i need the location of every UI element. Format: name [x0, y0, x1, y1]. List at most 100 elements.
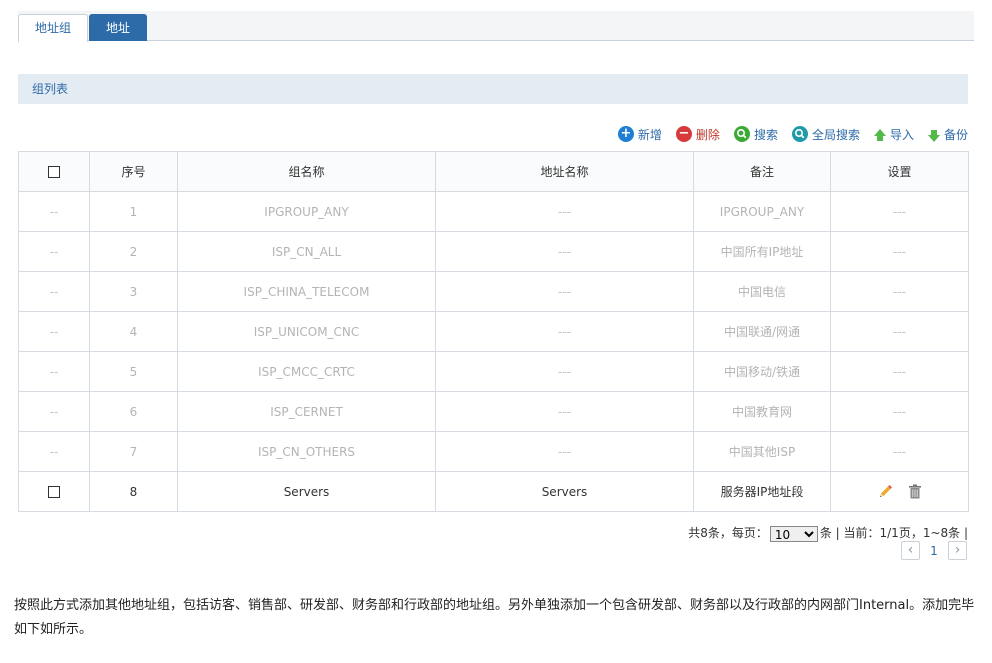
select-all-checkbox[interactable] — [48, 166, 60, 178]
row-index: 1 — [89, 191, 178, 232]
page-number-1[interactable]: 1 — [920, 544, 948, 558]
delete-button[interactable]: − 删除 — [675, 126, 720, 143]
delete-label: 删除 — [695, 127, 720, 142]
row-group-name: ISP_UNICOM_CNC — [177, 311, 436, 352]
row-settings — [830, 471, 969, 512]
row-address-name: --- — [435, 191, 694, 232]
row-settings: --- — [830, 391, 969, 432]
prev-page-button[interactable]: ‹ — [901, 541, 920, 560]
row-note: 服务器IP地址段 — [693, 471, 831, 512]
backup-label: 备份 — [943, 127, 968, 142]
row-checkbox[interactable] — [48, 486, 60, 498]
pagination-nav: ‹ 1 › — [901, 541, 967, 560]
row-select: -- — [18, 431, 90, 472]
group-table: 序号 组名称 地址名称 备注 设置 -- 1 IPGROUP_ANY --- I… — [18, 151, 969, 512]
row-address-name: --- — [435, 391, 694, 432]
header-note: 备注 — [693, 151, 831, 192]
import-button[interactable]: 导入 — [873, 126, 914, 143]
table-row: -- 7 ISP_CN_OTHERS --- 中国其他ISP --- — [18, 431, 969, 472]
global-search-label: 全局搜索 — [811, 127, 860, 142]
row-select: -- — [18, 271, 90, 312]
row-note: 中国其他ISP — [693, 431, 831, 472]
search-button[interactable]: 搜索 — [733, 126, 778, 143]
table-row: -- 4 ISP_UNICOM_CNC --- 中国联通/网通 --- — [18, 311, 969, 352]
global-search-button[interactable]: 全局搜索 — [791, 126, 860, 143]
row-group-name: Servers — [177, 471, 436, 512]
row-select: -- — [18, 231, 90, 272]
row-address-name: --- — [435, 351, 694, 392]
row-address-name: --- — [435, 271, 694, 312]
row-group-name: ISP_CN_OTHERS — [177, 431, 436, 472]
pagination-total: 共8条，每页： — [688, 526, 768, 540]
table-row: -- 2 ISP_CN_ALL --- 中国所有IP地址 --- — [18, 231, 969, 272]
tab-address-group[interactable]: 地址组 — [18, 14, 89, 42]
row-note: 中国联通/网通 — [693, 311, 831, 352]
plus-icon: + — [617, 126, 634, 142]
row-address-name: Servers — [435, 471, 694, 512]
row-address-name: --- — [435, 431, 694, 472]
arrow-down-icon — [927, 129, 940, 142]
row-index: 6 — [89, 391, 178, 432]
header-address-name: 地址名称 — [435, 151, 694, 192]
row-settings: --- — [830, 351, 969, 392]
row-settings: --- — [830, 311, 969, 352]
tab-bar: 地址组 地址 — [18, 11, 974, 42]
row-note: 中国教育网 — [693, 391, 831, 432]
row-settings: --- — [830, 191, 969, 232]
search-icon — [733, 126, 750, 142]
per-page-select[interactable]: 10 — [769, 525, 818, 542]
table-row: -- 6 ISP_CERNET --- 中国教育网 --- — [18, 391, 969, 432]
toolbar: + 新增 − 删除 搜索 全局搜索 导入 备份 — [18, 124, 968, 144]
add-label: 新增 — [637, 127, 662, 142]
row-index: 7 — [89, 431, 178, 472]
row-index: 8 — [89, 471, 178, 512]
row-select: -- — [18, 351, 90, 392]
row-group-name: ISP_CN_ALL — [177, 231, 436, 272]
row-group-name: ISP_CMCC_CRTC — [177, 351, 436, 392]
row-settings: --- — [830, 431, 969, 472]
row-address-name: --- — [435, 311, 694, 352]
row-address-name: --- — [435, 231, 694, 272]
header-index: 序号 — [89, 151, 178, 192]
table-row: -- 5 ISP_CMCC_CRTC --- 中国移动/铁通 --- — [18, 351, 969, 392]
row-note: IPGROUP_ANY — [693, 191, 831, 232]
pagination-status: 条 | 当前：1/1页，1~8条 | — [819, 526, 968, 540]
pencil-icon[interactable] — [877, 484, 893, 500]
next-page-button[interactable]: › — [948, 541, 967, 560]
add-button[interactable]: + 新增 — [617, 126, 662, 143]
row-index: 5 — [89, 351, 178, 392]
search-label: 搜索 — [753, 127, 778, 142]
import-label: 导入 — [889, 127, 914, 142]
row-index: 3 — [89, 271, 178, 312]
minus-icon: − — [675, 126, 692, 142]
trash-icon[interactable] — [908, 484, 922, 499]
row-index: 4 — [89, 311, 178, 352]
table-row: 8 Servers Servers 服务器IP地址段 — [18, 471, 969, 512]
table-row: -- 1 IPGROUP_ANY --- IPGROUP_ANY --- — [18, 191, 969, 232]
row-group-name: ISP_CERNET — [177, 391, 436, 432]
table-header-row: 序号 组名称 地址名称 备注 设置 — [18, 151, 969, 192]
row-select[interactable] — [18, 471, 90, 512]
group-list-title: 组列表 — [18, 74, 968, 104]
row-select: -- — [18, 311, 90, 352]
row-note: 中国电信 — [693, 271, 831, 312]
row-group-name: ISP_CHINA_TELECOM — [177, 271, 436, 312]
header-settings: 设置 — [830, 151, 969, 192]
arrow-up-icon — [873, 128, 886, 141]
row-select: -- — [18, 391, 90, 432]
row-note: 中国所有IP地址 — [693, 231, 831, 272]
tab-address[interactable]: 地址 — [89, 14, 148, 41]
row-group-name: IPGROUP_ANY — [177, 191, 436, 232]
table-row: -- 3 ISP_CHINA_TELECOM --- 中国电信 --- — [18, 271, 969, 312]
backup-button[interactable]: 备份 — [927, 126, 968, 143]
row-settings: --- — [830, 271, 969, 312]
header-group-name: 组名称 — [177, 151, 436, 192]
row-note: 中国移动/铁通 — [693, 351, 831, 392]
row-index: 2 — [89, 231, 178, 272]
global-search-icon — [791, 126, 808, 142]
pagination-info: 共8条，每页： 10 条 | 当前：1/1页，1~8条 | — [18, 524, 968, 542]
select-all-cell[interactable] — [18, 151, 90, 192]
description-paragraph: 按照此方式添加其他地址组，包括访客、销售部、研发部、财务部和行政部的地址组。另外… — [14, 598, 975, 637]
row-select: -- — [18, 191, 90, 232]
row-settings: --- — [830, 231, 969, 272]
